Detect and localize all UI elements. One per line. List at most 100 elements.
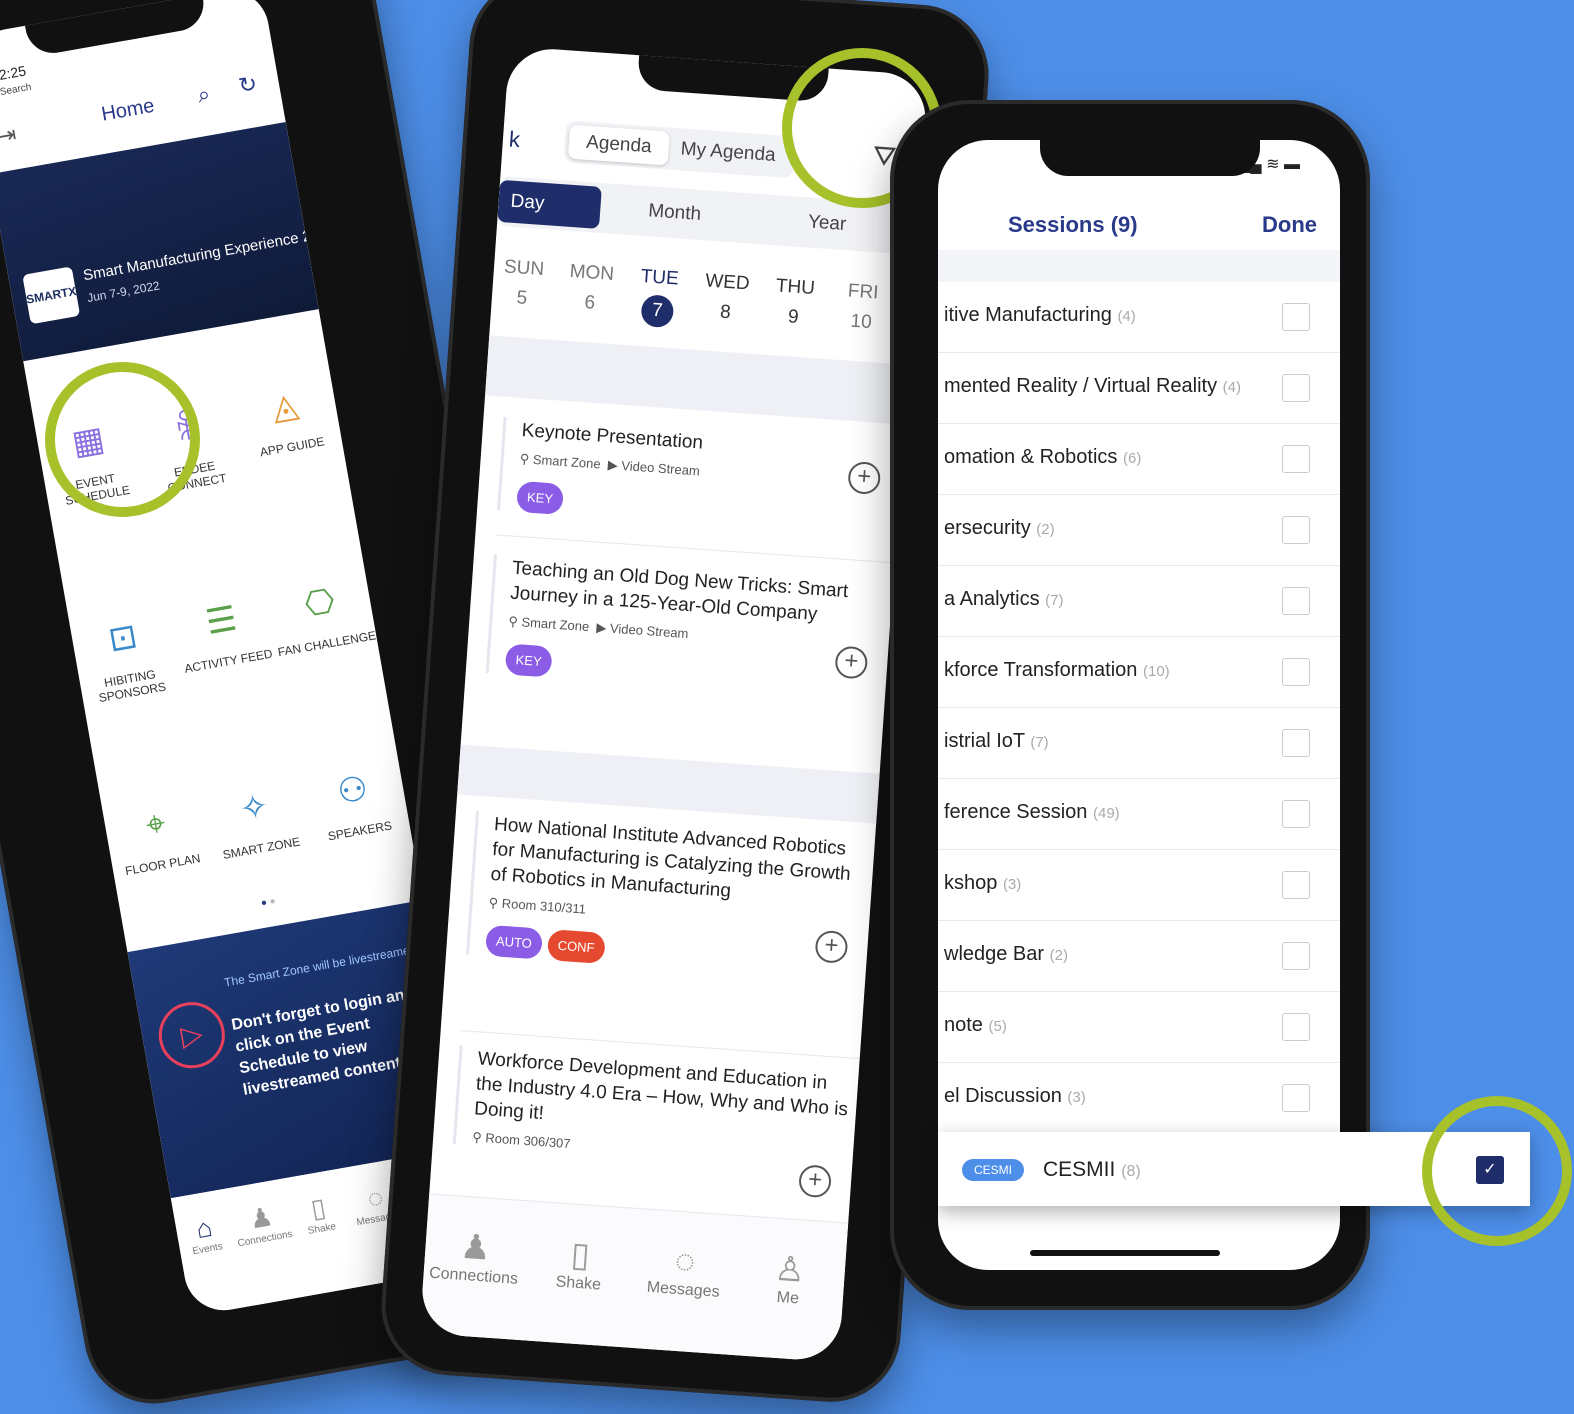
refresh-icon[interactable]: ↻: [237, 71, 260, 100]
filter-row[interactable]: itive Manufacturing (4): [938, 282, 1340, 353]
filter-row[interactable]: istrial IoT (7): [938, 708, 1340, 779]
session-location: Room 306/307: [484, 1130, 572, 1152]
tile-label: SPEAKERS: [326, 818, 393, 844]
filter-row[interactable]: ersecurity (2): [938, 495, 1340, 566]
location-pin-icon: ⚲: [471, 1129, 483, 1145]
tile-floor-plan[interactable]: ⌖ FLOOR PLAN: [103, 797, 213, 880]
tab-shake[interactable]: ▯ Shake: [289, 1188, 350, 1239]
period-year[interactable]: Year: [807, 211, 847, 236]
tile-app-guide[interactable]: ◬ APP GUIDE: [232, 378, 342, 462]
done-button[interactable]: Done: [1262, 212, 1317, 238]
tab-messages[interactable]: ◌ Messages: [633, 1239, 737, 1303]
location-pin-icon: ⚲: [519, 450, 530, 467]
checkbox[interactable]: [1282, 516, 1310, 544]
back-link[interactable]: ◂ Search: [0, 82, 32, 100]
session-location: Smart Zone: [520, 614, 590, 635]
filter-row[interactable]: el Discussion (3): [938, 1063, 1340, 1134]
tile-smart-zone[interactable]: ✧ SMART ZONE: [202, 779, 312, 863]
filter-row-label: mented Reality / Virtual Reality (4): [944, 375, 1241, 397]
event-logo: SMARTX: [22, 266, 81, 325]
tab-agenda[interactable]: Agenda: [567, 124, 670, 166]
tag-key: KEY: [516, 480, 565, 515]
tag-conf: CONF: [546, 929, 606, 964]
tab-my-agenda[interactable]: My Agenda: [680, 138, 776, 167]
checkbox[interactable]: [1282, 729, 1310, 757]
filter-screen: ▂▄ ≋ ▬ Sessions (9) Done itive Manufactu…: [938, 140, 1340, 1270]
section-divider: [457, 744, 880, 824]
filter-row-label: a Analytics (7): [944, 588, 1064, 610]
day-wed[interactable]: WED 8: [695, 270, 758, 326]
tag-auto: AUTO: [484, 924, 543, 960]
video-icon: ▶: [595, 619, 607, 636]
session-card[interactable]: Teaching an Old Dog New Tricks: Smart Jo…: [485, 554, 893, 701]
checkbox[interactable]: [1282, 800, 1310, 828]
agenda-screen: k Agenda My Agenda ⛛ Day Month Year SUN 5…: [419, 46, 929, 1363]
cesmi-badge: CESMI: [962, 1159, 1025, 1181]
session-card[interactable]: Workforce Development and Education in t…: [452, 1045, 858, 1172]
tab-connections[interactable]: ♟ Connections: [231, 1198, 294, 1249]
location-pin-icon: ⚲: [507, 613, 519, 630]
tile-label: APP GUIDE: [258, 434, 326, 460]
tab-connections[interactable]: ♟ Connections: [423, 1224, 527, 1289]
day-name: FRI: [847, 280, 880, 304]
period-month[interactable]: Month: [648, 200, 702, 226]
day-mon[interactable]: MON 6: [559, 260, 622, 316]
tile-exhibiting-sponsors[interactable]: ⊡ HIBITING SPONSORS: [70, 610, 183, 708]
search-icon[interactable]: ⌕: [196, 81, 213, 109]
exit-icon[interactable]: ⇥: [0, 121, 18, 150]
tab-events[interactable]: ⌂ Events: [174, 1208, 235, 1259]
day-number: 6: [583, 292, 596, 314]
session-stream: Video Stream: [620, 458, 701, 479]
filter-row[interactable]: note (5): [938, 992, 1340, 1063]
day-name: TUE: [640, 265, 680, 290]
filter-row-label: itive Manufacturing (4): [944, 304, 1136, 326]
filter-row[interactable]: kforce Transformation (10): [938, 637, 1340, 708]
checkbox[interactable]: [1282, 658, 1310, 686]
checkbox[interactable]: [1282, 445, 1310, 473]
tile-label: HIBITING SPONSORS: [97, 667, 168, 706]
filter-row[interactable]: wledge Bar (2): [938, 921, 1340, 992]
checkbox[interactable]: [1282, 1013, 1310, 1041]
section-divider: [485, 335, 909, 425]
cesmii-label: CESMII (8): [1043, 1158, 1141, 1181]
tile-activity-feed[interactable]: ☰ ACTIVITY FEED: [169, 592, 279, 676]
filter-row[interactable]: kshop (3): [938, 850, 1340, 921]
map-pin-icon: ⌖: [142, 803, 169, 845]
tag-key: KEY: [504, 643, 553, 678]
promo-line1: The Smart Zone will be livestreamed!: [223, 941, 421, 990]
period-day[interactable]: Day: [497, 179, 602, 229]
filter-row-label: el Discussion (3): [944, 1085, 1086, 1107]
session-card[interactable]: How National Institute Advanced Robotics…: [466, 810, 875, 983]
filter-row[interactable]: omation & Robotics (6): [938, 424, 1340, 495]
video-icon: ▶: [607, 457, 619, 473]
tab-shake[interactable]: ▯ Shake: [528, 1232, 632, 1297]
checkbox[interactable]: [1282, 942, 1310, 970]
filter-row[interactable]: a Analytics (7): [938, 566, 1340, 637]
connections-icon: ♟: [459, 1227, 493, 1268]
session-card[interactable]: Keynote Presentation ⚲ Smart Zone ▶ Vide…: [497, 416, 902, 539]
presenter-icon: ⊡: [105, 616, 141, 660]
checkbox[interactable]: [1282, 303, 1310, 331]
checkbox[interactable]: [1282, 871, 1310, 899]
filter-row[interactable]: ference Session (49): [938, 779, 1340, 850]
day-number: 10: [849, 310, 873, 334]
tile-fan-challenge[interactable]: ⎔ FAN CHALLENGE: [267, 575, 377, 659]
day-thu[interactable]: THU 9: [763, 275, 826, 331]
checkbox[interactable]: [1282, 587, 1310, 615]
highlight-ring-checkbox: [1422, 1096, 1572, 1246]
day-sun[interactable]: SUN 5: [491, 256, 554, 312]
tile-label: SMART ZONE: [221, 834, 302, 862]
notch: [1040, 140, 1260, 176]
day-tue[interactable]: TUE 7: [626, 265, 690, 329]
filter-row-label: omation & Robotics (6): [944, 446, 1142, 468]
back-char[interactable]: k: [508, 126, 521, 153]
tab-me[interactable]: ♙Me: [737, 1246, 841, 1311]
filter-row-label: ersecurity (2): [944, 517, 1055, 539]
day-fri[interactable]: FRI 10: [830, 279, 893, 335]
filter-row[interactable]: mented Reality / Virtual Reality (4): [938, 353, 1340, 424]
day-name: SUN: [503, 256, 545, 281]
checkbox[interactable]: [1282, 374, 1310, 402]
tile-speakers[interactable]: ⚇ SPEAKERS: [300, 762, 410, 846]
agenda-toggle: Agenda My Agenda: [563, 120, 796, 179]
checkbox[interactable]: [1282, 1084, 1310, 1112]
